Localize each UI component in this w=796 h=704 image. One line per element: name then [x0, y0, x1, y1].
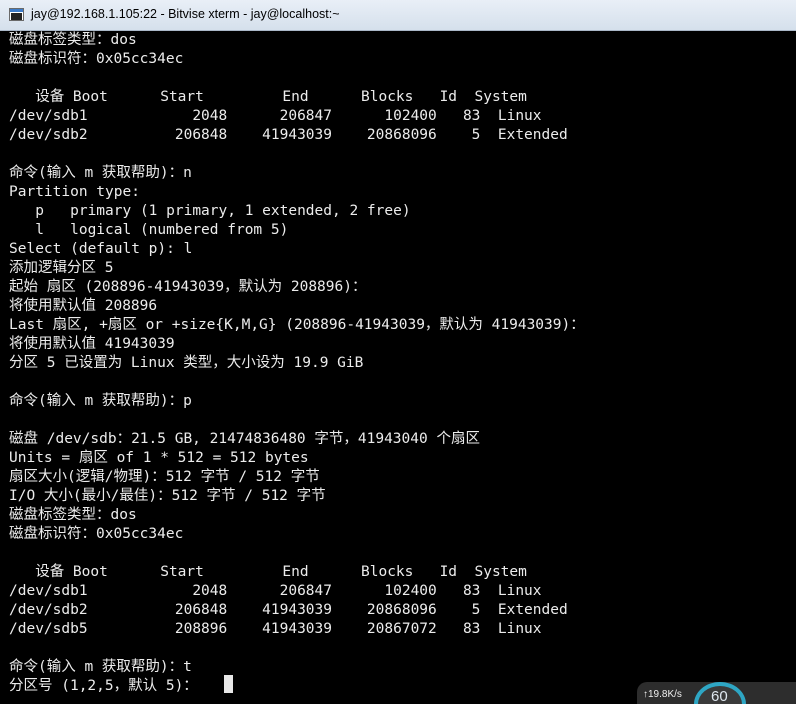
terminal-line: Last 扇区, +扇区 or +size{K,M,G} (208896-419…: [9, 317, 585, 333]
terminal-line: 磁盘 /dev/sdb：21.5 GB, 21474836480 字节，4194…: [9, 431, 480, 447]
terminal-line: 添加逻辑分区 5: [9, 260, 114, 276]
terminal-line: l logical (numbered from 5): [9, 222, 289, 238]
terminal-line: I/O 大小(最小/最佳)：512 字节 / 512 字节: [9, 488, 326, 504]
terminal-line: 磁盘标签类型：dos: [9, 507, 137, 523]
terminal-line: 将使用默认值 41943039: [9, 336, 175, 352]
window-titlebar[interactable]: jay@192.168.1.105:22 - Bitvise xterm - j…: [0, 0, 796, 31]
terminal-line: Partition type:: [9, 184, 140, 200]
terminal-line: 设备 Boot Start End Blocks Id System: [9, 564, 527, 580]
gauge-value: 60: [711, 688, 728, 704]
terminal-line: 磁盘标识符：0x05cc34ec: [9, 526, 184, 542]
terminal-line: 分区号 (1,2,5，默认 5)：: [9, 678, 198, 694]
terminal-line: /dev/sdb1 2048 206847 102400 83 Linux: [9, 108, 542, 124]
terminal-line: 设备 Boot Start End Blocks Id System: [9, 89, 527, 105]
window-title: jay@192.168.1.105:22 - Bitvise xterm - j…: [31, 7, 340, 21]
terminal-line: 将使用默认值 208896: [9, 298, 158, 314]
network-speed-widget[interactable]: ↑19.8K/s 60: [637, 682, 796, 704]
terminal-cursor: [224, 675, 233, 693]
terminal-line: 命令(输入 m 获取帮助)：p: [9, 393, 192, 409]
terminal-line: p primary (1 primary, 1 extended, 2 free…: [9, 203, 411, 219]
terminal-line: 分区 5 已设置为 Linux 类型，大小设为 19.9 GiB: [9, 355, 364, 371]
terminal-line: 命令(输入 m 获取帮助)：t: [9, 659, 192, 675]
upload-speed-label: ↑19.8K/s: [643, 689, 682, 700]
terminal-line: 磁盘标识符：0x05cc34ec: [9, 51, 184, 67]
terminal-line: 扇区大小(逻辑/物理)：512 字节 / 512 字节: [9, 469, 320, 485]
terminal-line: /dev/sdb2 206848 41943039 20868096 5 Ext…: [9, 127, 568, 143]
terminal-line: /dev/sdb1 2048 206847 102400 83 Linux: [9, 583, 542, 599]
terminal-line: Select (default p): l: [9, 241, 193, 257]
terminal-line: 磁盘标签类型：dos: [9, 32, 137, 48]
terminal-line: /dev/sdb5 208896 41943039 20867072 83 Li…: [9, 621, 542, 637]
terminal-icon[interactable]: [9, 8, 24, 21]
terminal-line: /dev/sdb2 206848 41943039 20868096 5 Ext…: [9, 602, 568, 618]
terminal-line: Units = 扇区 of 1 * 512 = 512 bytes: [9, 450, 309, 466]
terminal-line: 命令(输入 m 获取帮助)：n: [9, 165, 192, 181]
terminal-output[interactable]: 磁盘标签类型：dos 磁盘标识符：0x05cc34ec 设备 Boot Star…: [0, 31, 796, 703]
terminal-line: 起始 扇区 (208896-41943039，默认为 208896)：: [9, 279, 367, 295]
